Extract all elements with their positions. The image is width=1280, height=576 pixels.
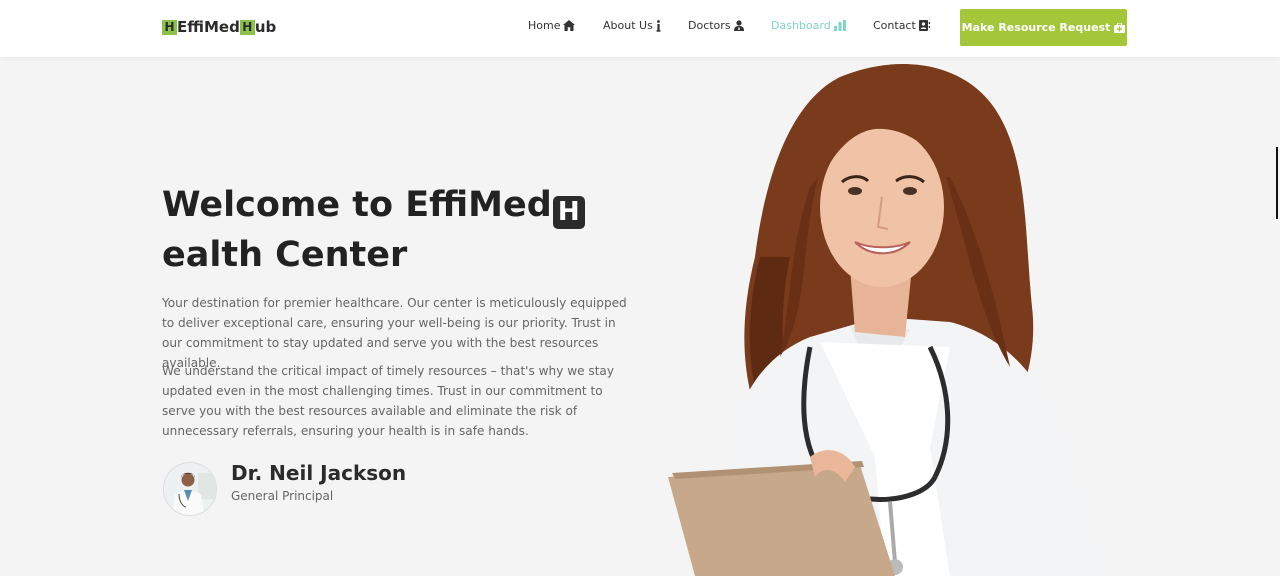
hero-doctor-image — [668, 64, 1105, 576]
cta-label: Make Resource Request — [961, 21, 1111, 34]
nav-dashboard[interactable]: Dashboard — [771, 19, 846, 32]
logo-h-box: H — [239, 19, 255, 35]
hero-title-prefix: Welcome to EffiMed — [162, 185, 552, 225]
doctor-icon — [733, 20, 744, 31]
hero-paragraph-2: We understand the critical impact of tim… — [162, 364, 614, 438]
navbar: H EffiMed H ub Home About Us Doctors Das… — [0, 0, 1280, 57]
hero-title-suffix: ealth Center — [162, 235, 408, 275]
home-icon — [563, 20, 576, 31]
logo-text-1: EffiMed — [177, 18, 240, 36]
nav-contact[interactable]: Contact — [873, 19, 930, 32]
medical-kit-icon — [1114, 22, 1126, 33]
contact-card-icon — [918, 20, 930, 31]
scrollbar-indicator — [1276, 147, 1278, 219]
hero-title: Welcome to EffiMed Health Center — [162, 180, 682, 280]
avatar — [163, 462, 217, 516]
doctor-role: General Principal — [231, 489, 334, 503]
nav-label: Dashboard — [771, 19, 831, 32]
nav-home[interactable]: Home — [528, 19, 576, 32]
doctor-name: Dr. Neil Jackson — [231, 461, 407, 485]
nav-doctors[interactable]: Doctors — [688, 19, 744, 32]
nav-label: Home — [528, 19, 561, 32]
nav-label: About Us — [603, 19, 653, 32]
logo-h-box: H — [162, 19, 177, 35]
nav-label: Doctors — [688, 19, 731, 32]
hero-h-mark: H — [552, 195, 585, 229]
info-icon — [656, 19, 661, 32]
nav-about-us[interactable]: About Us — [603, 19, 661, 32]
nav-label: Contact — [873, 19, 916, 32]
logo-text-2: ub — [254, 18, 277, 36]
make-resource-request-button[interactable]: Make Resource Request — [960, 9, 1127, 46]
bar-chart-icon — [833, 20, 846, 31]
brand-logo[interactable]: H EffiMed H ub — [162, 17, 276, 37]
